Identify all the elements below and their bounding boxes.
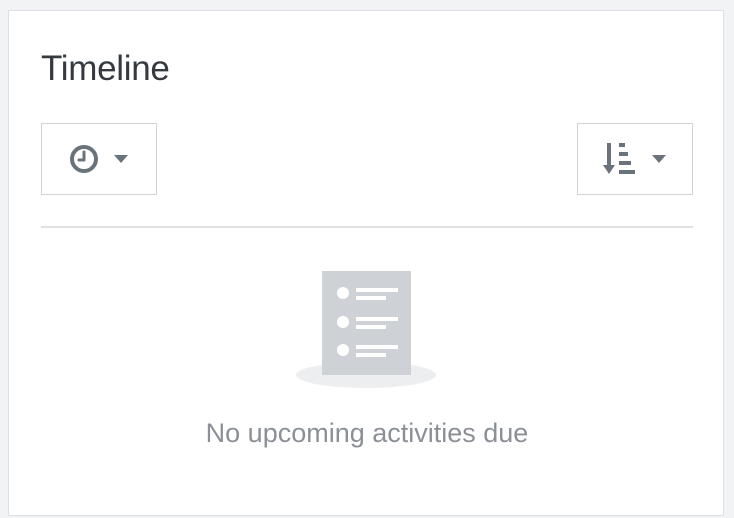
timeline-block: Timeline No upcoming activities due bbox=[8, 10, 724, 516]
block-title: Timeline bbox=[41, 49, 170, 88]
caret-down-icon bbox=[651, 154, 667, 164]
filter-dropdown-button[interactable] bbox=[41, 123, 157, 195]
sort-amount-down-icon bbox=[603, 141, 637, 177]
clock-icon bbox=[69, 144, 99, 174]
divider bbox=[41, 226, 693, 228]
document-list-icon bbox=[295, 269, 437, 396]
empty-state-message: No upcoming activities due bbox=[205, 418, 529, 448]
caret-down-icon bbox=[113, 154, 129, 164]
sort-dropdown-button[interactable] bbox=[577, 123, 693, 195]
